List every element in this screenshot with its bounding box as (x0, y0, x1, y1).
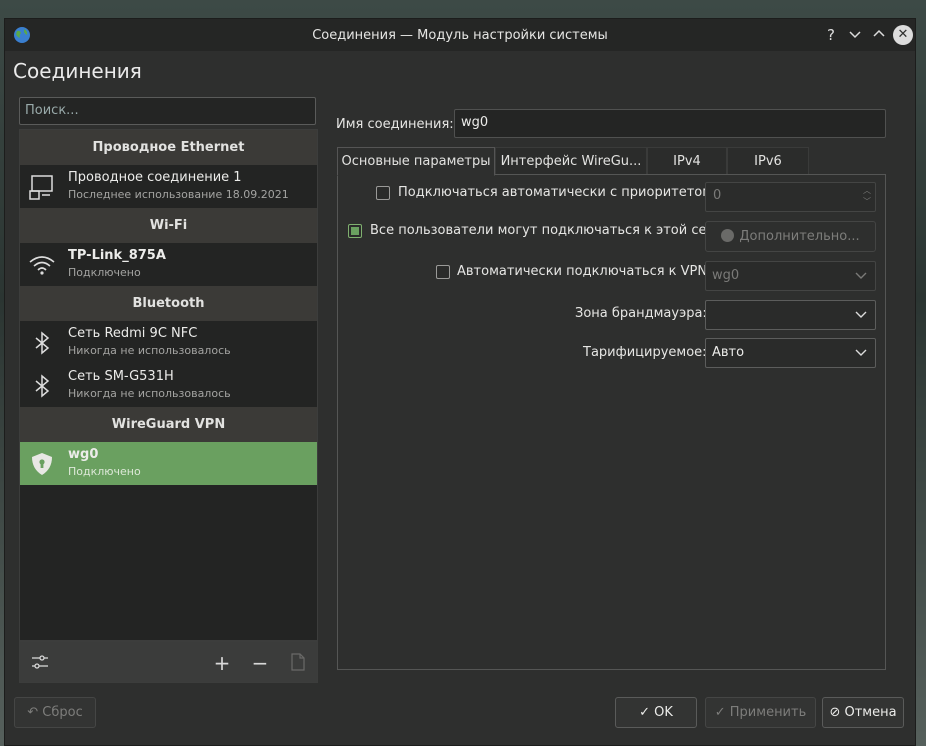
list-item-status: Никогда не использовалось (68, 387, 231, 400)
list-item-name: wg0 (68, 447, 99, 462)
list-item-name: TP-Link_875A (68, 248, 166, 263)
shield-lock-icon (32, 453, 52, 475)
list-item[interactable]: Сеть Redmi 9C NFC Никогда не использовал… (20, 321, 317, 364)
group-header-wireguard: WireGuard VPN (20, 407, 317, 442)
export-button[interactable] (288, 653, 308, 673)
close-button[interactable]: ✕ (893, 25, 913, 45)
metered-label: Тарифицируемое: (583, 345, 707, 360)
list-item[interactable]: TP-Link_875A Подключено (20, 243, 317, 286)
priority-value: 0 (713, 188, 722, 203)
bluetooth-icon (35, 331, 50, 355)
advanced-button-label: Дополнительно... (739, 229, 860, 244)
reset-button-label: Сброс (42, 705, 83, 720)
priority-spinbox[interactable]: 0 ︿ ﹀ (705, 182, 876, 212)
metered-select[interactable]: Авто (705, 338, 876, 368)
search-input[interactable]: Поиск... (19, 97, 316, 125)
spin-arrows-icon[interactable]: ︿ ﹀ (863, 185, 871, 207)
settings-window: Соединения — Модуль настройки системы ? … (4, 18, 916, 746)
list-item-selected[interactable]: wg0 Подключено (20, 442, 317, 485)
list-item[interactable]: Сеть SM-G531H Никогда не использовалось (20, 364, 317, 407)
titlebar[interactable]: Соединения — Модуль настройки системы ? … (5, 19, 915, 51)
tab-ipv4[interactable]: IPv4 (647, 147, 727, 175)
apply-button[interactable]: ✓ Применить (705, 697, 816, 728)
globe-icon (14, 27, 30, 43)
firewall-zone-label: Зона брандмауэра: (575, 306, 707, 321)
list-item-name: Сеть Redmi 9C NFC (68, 326, 198, 341)
connection-name-label: Имя соединения: (336, 117, 454, 132)
maximize-button[interactable] (869, 25, 889, 45)
export-icon (291, 653, 305, 671)
chevron-up-icon (873, 29, 885, 37)
vpn-select-value: wg0 (712, 268, 740, 283)
minimize-button[interactable] (845, 25, 865, 45)
configure-button[interactable] (30, 653, 50, 673)
tab-general[interactable]: Основные параметры (337, 147, 495, 176)
cancel-button-label: Отмена (844, 705, 897, 720)
auto-connect-checkbox[interactable] (376, 186, 390, 200)
connection-name-field[interactable]: wg0 (454, 109, 886, 138)
group-header-wifi: Wi-Fi (20, 208, 317, 243)
sliders-icon (32, 655, 48, 669)
chevron-down-icon (855, 262, 867, 300)
metered-value: Авто (712, 345, 745, 360)
group-header-ethernet: Проводное Ethernet (20, 130, 317, 165)
ok-button[interactable]: ✓ OK (615, 697, 697, 728)
undo-icon: ↶ (27, 705, 39, 720)
vpn-select[interactable]: wg0 (705, 261, 876, 291)
list-item-status: Подключено (68, 266, 141, 279)
group-header-bluetooth: Bluetooth (20, 286, 317, 321)
bluetooth-icon (35, 374, 50, 398)
cancel-icon: ⊘ (829, 705, 841, 720)
chevron-down-icon (855, 301, 867, 339)
auto-vpn-checkbox[interactable] (436, 265, 450, 279)
auto-vpn-label: Автоматически подключаться к VPN: (457, 264, 712, 279)
list-item-status: Последнее использование 18.09.2021 (68, 188, 289, 201)
ok-button-label: OK (654, 705, 673, 720)
connection-list: Проводное Ethernet Проводное соединение … (19, 129, 318, 641)
list-item-name: Проводное соединение 1 (68, 170, 242, 185)
firewall-zone-select[interactable] (705, 300, 876, 330)
auto-connect-label: Подключаться автоматически с приоритетом… (398, 185, 717, 200)
check-icon: ✓ (639, 705, 650, 720)
advanced-button[interactable]: Дополнительно... (705, 221, 876, 252)
help-button[interactable]: ? (821, 25, 841, 45)
all-users-checkbox[interactable] (348, 224, 362, 238)
list-item-status: Никогда не использовалось (68, 344, 231, 357)
page-title: Соединения (13, 59, 142, 83)
user-icon (721, 229, 735, 242)
list-toolbar: + − (19, 641, 318, 683)
list-item-status: Подключено (68, 465, 141, 478)
chevron-down-icon (855, 339, 867, 377)
apply-button-label: Применить (729, 705, 807, 720)
list-item-name: Сеть SM-G531H (68, 369, 174, 384)
tab-ipv6[interactable]: IPv6 (727, 147, 809, 175)
window-title: Соединения — Модуль настройки системы (312, 27, 608, 43)
monitor-icon (29, 175, 53, 200)
cancel-button[interactable]: ⊘ Отмена (822, 697, 904, 728)
list-item[interactable]: Проводное соединение 1 Последнее использ… (20, 165, 317, 208)
wifi-icon (29, 256, 55, 275)
add-connection-button[interactable]: + (212, 653, 232, 673)
check-icon: ✓ (714, 705, 726, 720)
reset-button[interactable]: ↶ Сброс (14, 697, 96, 728)
chevron-down-icon (849, 31, 861, 39)
all-users-label: Все пользователи могут подключаться к эт… (370, 223, 723, 238)
tab-wireguard-interface[interactable]: Интерфейс WireGu... (495, 147, 647, 175)
remove-connection-button[interactable]: − (250, 653, 270, 673)
